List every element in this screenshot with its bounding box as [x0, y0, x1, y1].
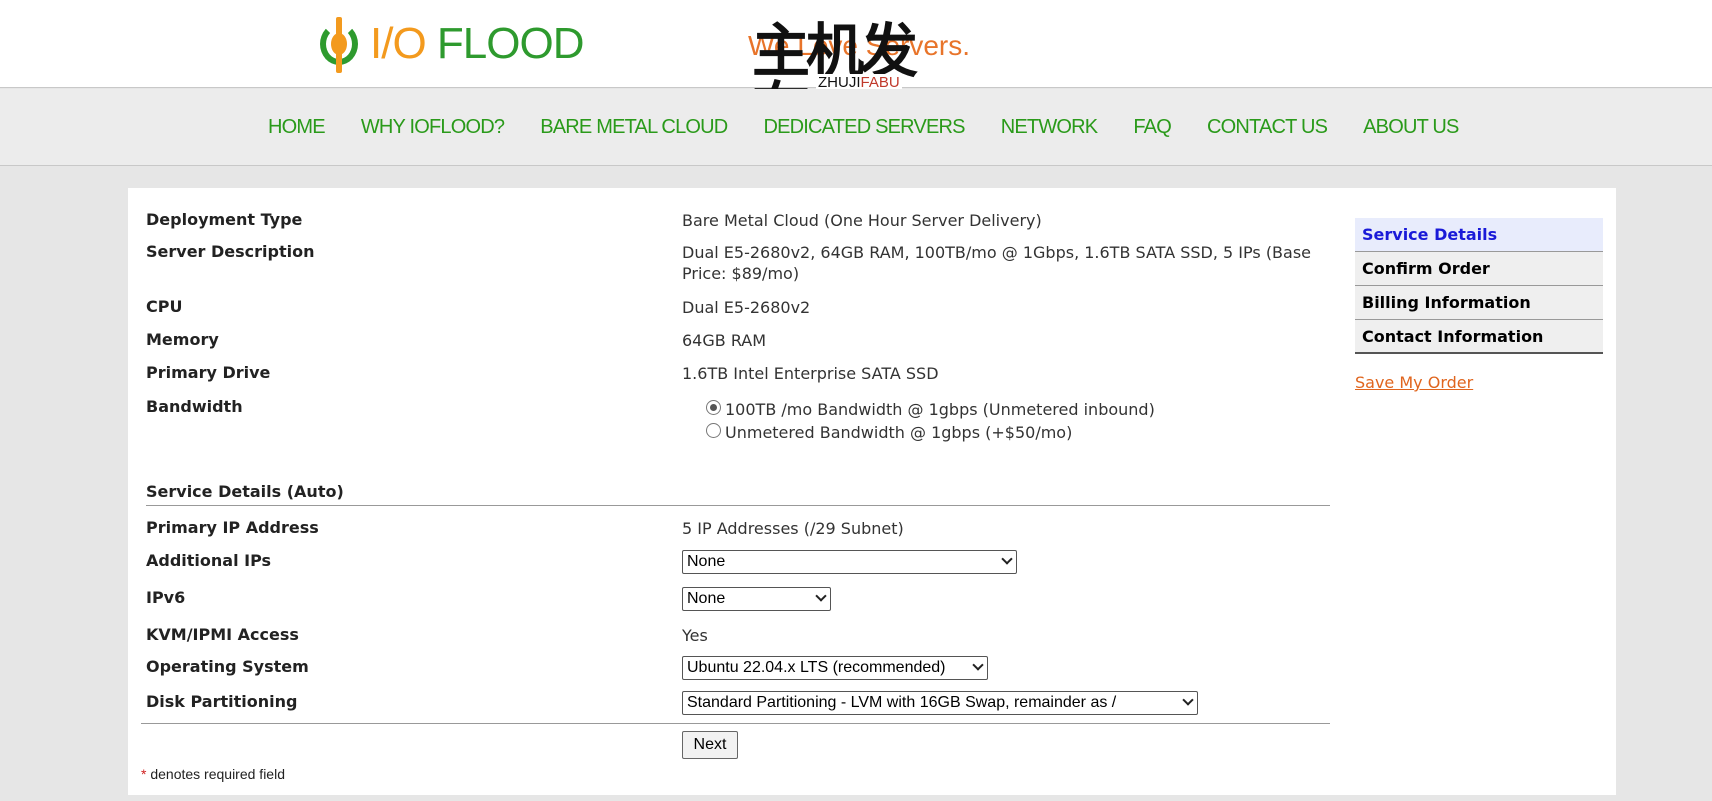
additional-ips-select[interactable]: None: [682, 550, 1017, 574]
server-description-label: Server Description: [146, 242, 315, 261]
ipv6-select[interactable]: None: [682, 587, 831, 611]
primary-ip-value: 5 IP Addresses (/29 Subnet): [682, 519, 904, 538]
service-details-heading: Service Details (Auto): [146, 482, 1330, 506]
memory-value: 64GB RAM: [682, 331, 767, 350]
nav-contact-us[interactable]: CONTACT US: [1207, 116, 1328, 139]
primary-drive-value: 1.6TB Intel Enterprise SATA SSD: [682, 364, 939, 383]
logo-wordmark: I/O FLOOD: [370, 19, 584, 68]
row-ipv6: IPv6 None: [146, 586, 1326, 612]
site-header: I/O FLOOD We Love Servers. 主机发布 ZHUJIFAB…: [0, 0, 1712, 138]
chevron-down-icon: [815, 590, 827, 602]
nav-faq[interactable]: FAQ: [1133, 116, 1171, 139]
order-steps: Service Details Confirm Order Billing In…: [1355, 218, 1603, 354]
radio-selected-icon[interactable]: [706, 400, 721, 415]
ioflood-logo[interactable]: I/O FLOOD: [316, 12, 606, 76]
server-description-value: Dual E5-2680v2, 64GB RAM, 100TB/mo @ 1Gb…: [682, 243, 1312, 283]
primary-ip-label: Primary IP Address: [146, 518, 319, 537]
step-confirm-order[interactable]: Confirm Order: [1355, 252, 1603, 286]
cpu-label: CPU: [146, 297, 183, 316]
cpu-value: Dual E5-2680v2: [682, 298, 811, 317]
operating-system-select[interactable]: Ubuntu 22.04.x LTS (recommended): [682, 656, 988, 680]
bandwidth-option-label: Unmetered Bandwidth @ 1gbps (+$50/mo): [725, 423, 1073, 442]
bandwidth-options: 100TB /mo Bandwidth @ 1gbps (Unmetered i…: [706, 398, 1346, 444]
bandwidth-option-100tb[interactable]: 100TB /mo Bandwidth @ 1gbps (Unmetered i…: [706, 398, 1346, 421]
power-icon: [316, 15, 362, 73]
chevron-down-icon: [1001, 553, 1013, 565]
disk-partitioning-label: Disk Partitioning: [146, 692, 298, 711]
step-service-details[interactable]: Service Details: [1355, 218, 1603, 252]
chevron-down-icon: [972, 659, 984, 671]
nav-about-us[interactable]: ABOUT US: [1363, 116, 1459, 139]
deployment-type-value: Bare Metal Cloud (One Hour Server Delive…: [682, 211, 1042, 230]
primary-drive-label: Primary Drive: [146, 363, 271, 382]
next-button[interactable]: Next: [682, 731, 738, 759]
bandwidth-option-unmetered[interactable]: Unmetered Bandwidth @ 1gbps (+$50/mo): [706, 421, 1346, 444]
row-operating-system: Operating System Ubuntu 22.04.x LTS (rec…: [146, 656, 1326, 682]
step-contact-information[interactable]: Contact Information: [1355, 320, 1603, 354]
row-disk-partitioning: Disk Partitioning Standard Partitioning …: [146, 691, 1326, 718]
chevron-down-icon: [1182, 694, 1194, 706]
form-divider: [141, 723, 1330, 724]
nav-dedicated-servers[interactable]: DEDICATED SERVERS: [763, 116, 965, 139]
nav-why-ioflood[interactable]: WHY IOFLOOD?: [361, 116, 505, 139]
order-form-panel: Deployment Type Bare Metal Cloud (One Ho…: [128, 188, 1616, 795]
save-my-order-link[interactable]: Save My Order: [1355, 373, 1473, 392]
operating-system-label: Operating System: [146, 657, 309, 676]
kvm-access-value: Yes: [682, 626, 708, 645]
watermark-overlay: 主机发布 ZHUJIFABU: [752, 22, 962, 138]
row-additional-ips: Additional IPs None: [146, 550, 1326, 576]
memory-label: Memory: [146, 330, 219, 349]
additional-ips-label: Additional IPs: [146, 551, 272, 570]
radio-unselected-icon[interactable]: [706, 423, 721, 438]
bandwidth-option-label: 100TB /mo Bandwidth @ 1gbps (Unmetered i…: [725, 400, 1155, 419]
nav-home[interactable]: HOME: [268, 116, 326, 139]
ipv6-label: IPv6: [146, 588, 186, 607]
required-field-note: * denotes required field: [141, 766, 285, 782]
nav-network[interactable]: NETWORK: [1001, 116, 1098, 139]
main-nav: HOME WHY IOFLOOD? BARE METAL CLOUD DEDIC…: [0, 89, 1712, 166]
deployment-type-label: Deployment Type: [146, 210, 303, 229]
nav-bare-metal-cloud[interactable]: BARE METAL CLOUD: [540, 116, 728, 139]
bandwidth-label: Bandwidth: [146, 397, 243, 416]
step-billing-information[interactable]: Billing Information: [1355, 286, 1603, 320]
kvm-access-label: KVM/IPMI Access: [146, 625, 299, 644]
disk-partitioning-select[interactable]: Standard Partitioning - LVM with 16GB Sw…: [682, 691, 1198, 715]
